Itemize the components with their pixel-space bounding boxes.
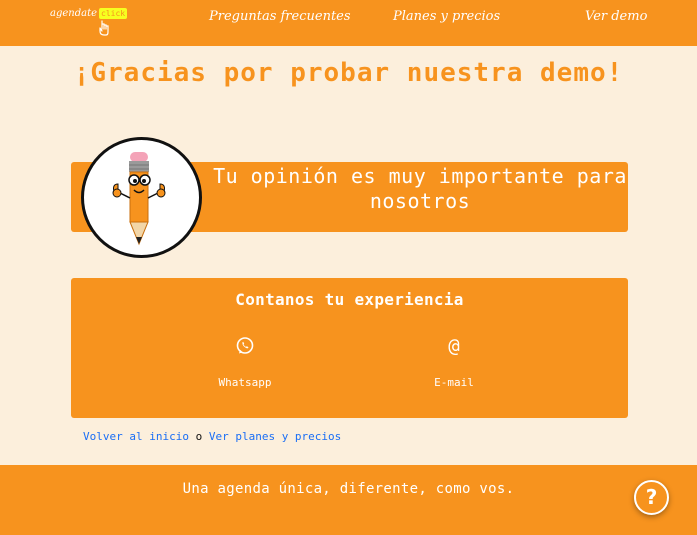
email-button[interactable]: @ E-mail <box>394 336 514 389</box>
pointer-hand-icon <box>99 20 109 36</box>
nav-link-faq[interactable]: Preguntas frecuentes <box>209 9 351 24</box>
opinion-text: Tu opinión es muy importante para nosotr… <box>213 164 627 213</box>
plans-link[interactable]: Ver planes y precios <box>209 430 341 443</box>
contact-panel: Contanos tu experiencia Whatsapp @ E-mai… <box>71 278 628 418</box>
logo[interactable]: agendate click <box>50 8 128 19</box>
top-nav: agendate click Preguntas frecuentes Plan… <box>0 0 697 46</box>
help-button[interactable]: ? <box>634 480 669 515</box>
email-label: E-mail <box>434 376 474 389</box>
whatsapp-icon <box>236 337 254 354</box>
pencil-mascot-icon <box>112 152 166 246</box>
contact-title: Contanos tu experiencia <box>235 290 464 309</box>
page-title: ¡Gracias por probar nuestra demo! <box>73 58 624 88</box>
footer: Una agenda única, diferente, como vos. <box>0 465 697 535</box>
whatsapp-button[interactable]: Whatsapp <box>185 336 305 389</box>
logo-text: agendate <box>50 8 98 19</box>
whatsapp-label: Whatsapp <box>218 376 272 389</box>
pencil-mascot-avatar <box>81 137 202 258</box>
footer-tagline: Una agenda única, diferente, como vos. <box>182 481 515 497</box>
back-home-link[interactable]: Volver al inicio <box>83 430 189 443</box>
nav-link-plans[interactable]: Planes y precios <box>393 9 500 24</box>
footer-links: Volver al inicio o Ver planes y precios <box>83 430 341 443</box>
nav-link-demo[interactable]: Ver demo <box>585 9 647 24</box>
logo-badge: click <box>99 8 128 19</box>
at-icon: @ <box>448 335 460 357</box>
links-separator: o <box>195 430 203 443</box>
